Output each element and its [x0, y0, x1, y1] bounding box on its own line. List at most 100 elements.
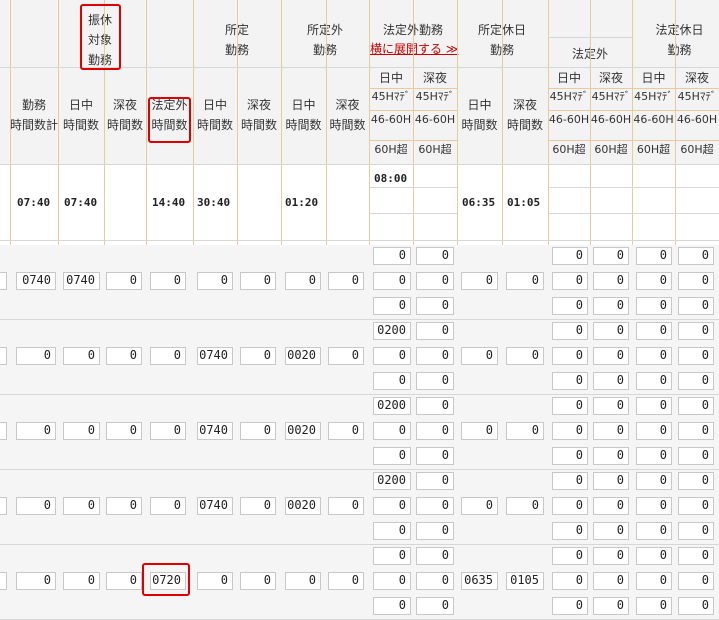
time-input-shoteigai-n[interactable]: 0 [285, 272, 321, 290]
hotei-kyujitsu-input[interactable]: 0 [678, 272, 714, 290]
hotei-kyujitsu-input[interactable]: 0 [593, 322, 629, 340]
hotei-kyujitsu-input[interactable]: 0 [636, 472, 672, 490]
hoteigai-input[interactable]: 0 [416, 422, 454, 440]
time-input-shoteigai-n[interactable]: 0 [285, 572, 321, 590]
time-input-nicchu[interactable]: 0 [63, 497, 100, 515]
time-input-shoteigai-s[interactable]: 0 [328, 422, 364, 440]
hotei-kyujitsu-input[interactable]: 0 [552, 397, 588, 415]
hoteigai-input[interactable]: 0 [373, 447, 411, 465]
hotei-kyujitsu-input[interactable]: 0 [552, 547, 588, 565]
time-input-kyu-s[interactable]: 0 [506, 422, 544, 440]
time-input-kyu-n[interactable]: 0 [461, 347, 498, 365]
hoteigai-input[interactable]: 0 [373, 422, 411, 440]
time-input-shoteigai-n[interactable]: 0020 [285, 422, 321, 440]
hoteigai-input[interactable]: 0 [416, 247, 454, 265]
hotei-kyujitsu-input[interactable]: 0 [636, 297, 672, 315]
hotei-kyujitsu-input[interactable]: 0 [678, 322, 714, 340]
time-input-kyu-n[interactable]: 0 [461, 497, 498, 515]
hotei-kyujitsu-input[interactable]: 0 [678, 397, 714, 415]
hoteigai-input[interactable]: 0 [416, 547, 454, 565]
row-cutoff-field[interactable] [0, 497, 7, 515]
hotei-kyujitsu-input[interactable]: 0 [678, 572, 714, 590]
hotei-kyujitsu-input[interactable]: 0 [593, 522, 629, 540]
hoteigai-input[interactable]: 0 [416, 472, 454, 490]
hoteigai-input[interactable]: 0 [416, 297, 454, 315]
hotei-kyujitsu-input[interactable]: 0 [552, 247, 588, 265]
time-input-shoteigai-s[interactable]: 0 [328, 272, 364, 290]
hotei-kyujitsu-input[interactable]: 0 [552, 522, 588, 540]
time-input-kinmu[interactable]: 0 [16, 572, 56, 590]
hotei-kyujitsu-input[interactable]: 0 [593, 447, 629, 465]
hoteigai-input[interactable]: 0 [416, 347, 454, 365]
hoteigai-input[interactable]: 0 [416, 322, 454, 340]
time-input-kyu-s[interactable]: 0105 [506, 572, 544, 590]
time-input-nicchu[interactable]: 0 [63, 422, 100, 440]
hotei-kyujitsu-input[interactable]: 0 [636, 347, 672, 365]
time-input-kyu-n[interactable]: 0635 [461, 572, 498, 590]
hotei-kyujitsu-input[interactable]: 0 [636, 322, 672, 340]
hotei-kyujitsu-input[interactable]: 0 [678, 422, 714, 440]
time-input-kyu-n[interactable]: 0 [461, 422, 498, 440]
time-input-shotei-s[interactable]: 0 [240, 572, 276, 590]
hoteigai-input[interactable]: 0 [416, 272, 454, 290]
hotei-kyujitsu-input[interactable]: 0 [636, 372, 672, 390]
hoteigai-input[interactable]: 0 [416, 372, 454, 390]
hotei-kyujitsu-input[interactable]: 0 [636, 422, 672, 440]
hotei-kyujitsu-input[interactable]: 0 [552, 497, 588, 515]
time-input-shotei-s[interactable]: 0 [240, 347, 276, 365]
hotei-kyujitsu-input[interactable]: 0 [552, 572, 588, 590]
hotei-kyujitsu-input[interactable]: 0 [552, 272, 588, 290]
time-input-shoteigai-n[interactable]: 0020 [285, 347, 321, 365]
time-input-kyu-s[interactable]: 0 [506, 497, 544, 515]
hoteigai-input[interactable]: 0 [373, 372, 411, 390]
time-input-shotei-n[interactable]: 0740 [197, 497, 233, 515]
time-input-nicchu[interactable]: 0740 [63, 272, 100, 290]
hotei-kyujitsu-input[interactable]: 0 [593, 397, 629, 415]
hotei-kyujitsu-input[interactable]: 0 [636, 272, 672, 290]
hotei-kyujitsu-input[interactable]: 0 [678, 347, 714, 365]
time-input-shotei-s[interactable]: 0 [240, 497, 276, 515]
hoteigai-input[interactable]: 0 [373, 347, 411, 365]
hoteigai-input[interactable]: 0 [373, 272, 411, 290]
hoteigai-input[interactable]: 0 [373, 597, 411, 615]
hotei-kyujitsu-input[interactable]: 0 [552, 447, 588, 465]
hoteigai-input[interactable]: 0 [373, 572, 411, 590]
hotei-kyujitsu-input[interactable]: 0 [593, 422, 629, 440]
hotei-kyujitsu-input[interactable]: 0 [593, 572, 629, 590]
hoteigai-input[interactable]: 0 [373, 547, 411, 565]
time-input-nicchu[interactable]: 0 [63, 572, 100, 590]
row-cutoff-field[interactable] [0, 347, 7, 365]
hoteigai-input[interactable]: 0 [416, 497, 454, 515]
hoteigai-input[interactable]: 0 [416, 597, 454, 615]
hotei-kyujitsu-input[interactable]: 0 [593, 372, 629, 390]
hoteigai-input[interactable]: 0200 [373, 472, 411, 490]
time-input-shotei-n[interactable]: 0 [197, 572, 233, 590]
time-input-shinya[interactable]: 0 [106, 347, 142, 365]
hoteigai-input[interactable]: 0 [373, 497, 411, 515]
time-input-hoteigai[interactable]: 0 [150, 272, 186, 290]
hotei-kyujitsu-input[interactable]: 0 [552, 372, 588, 390]
time-input-shinya[interactable]: 0 [106, 272, 142, 290]
time-input-kinmu[interactable]: 0740 [16, 272, 56, 290]
hotei-kyujitsu-input[interactable]: 0 [678, 297, 714, 315]
hoteigai-input[interactable]: 0 [416, 522, 454, 540]
hotei-kyujitsu-input[interactable]: 0 [552, 597, 588, 615]
hotei-kyujitsu-input[interactable]: 0 [678, 472, 714, 490]
hotei-kyujitsu-input[interactable]: 0 [593, 547, 629, 565]
time-input-shoteigai-s[interactable]: 0 [328, 497, 364, 515]
hotei-kyujitsu-input[interactable]: 0 [593, 497, 629, 515]
hotei-kyujitsu-input[interactable]: 0 [593, 297, 629, 315]
hotei-kyujitsu-input[interactable]: 0 [678, 497, 714, 515]
hotei-kyujitsu-input[interactable]: 0 [552, 422, 588, 440]
time-input-kyu-s[interactable]: 0 [506, 347, 544, 365]
row-cutoff-field[interactable] [0, 422, 7, 440]
hotei-kyujitsu-input[interactable]: 0 [636, 547, 672, 565]
time-input-kinmu[interactable]: 0 [16, 497, 56, 515]
time-input-shotei-n[interactable]: 0740 [197, 347, 233, 365]
hotei-kyujitsu-input[interactable]: 0 [678, 597, 714, 615]
time-input-hoteigai[interactable]: 0 [150, 497, 186, 515]
hotei-kyujitsu-input[interactable]: 0 [636, 497, 672, 515]
hotei-kyujitsu-input[interactable]: 0 [636, 597, 672, 615]
hotei-kyujitsu-input[interactable]: 0 [593, 247, 629, 265]
time-input-shoteigai-s[interactable]: 0 [328, 572, 364, 590]
